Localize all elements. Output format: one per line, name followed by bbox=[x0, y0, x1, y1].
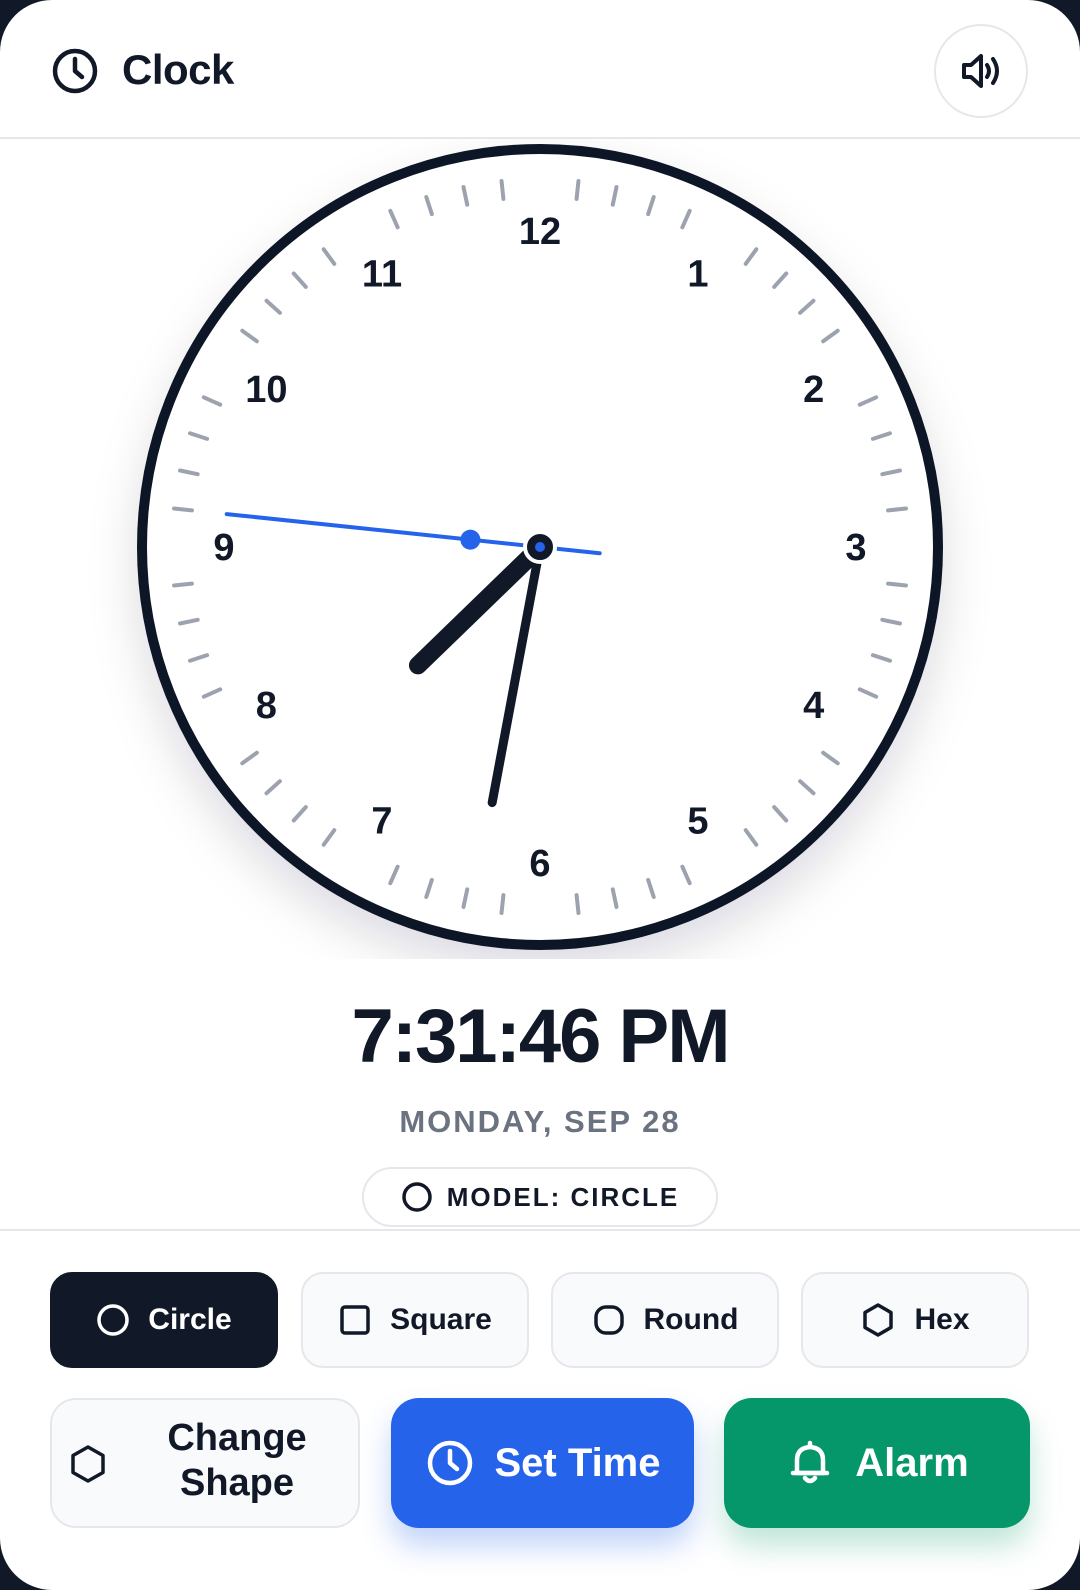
clock-numeral-9: 9 bbox=[213, 527, 234, 569]
speaker-icon bbox=[956, 46, 1006, 96]
change-shape-label: Change Shape bbox=[122, 1416, 352, 1506]
minute-tick bbox=[574, 893, 581, 915]
center-pin bbox=[535, 542, 545, 552]
analog-clock: 121234567891011 bbox=[137, 144, 943, 950]
minute-tick bbox=[172, 581, 194, 588]
circle-icon bbox=[96, 1303, 130, 1337]
change-shape-label-line2: Shape bbox=[179, 1462, 295, 1504]
minute-tick bbox=[886, 581, 908, 588]
shape-square-button[interactable]: Square bbox=[301, 1272, 529, 1368]
shape-circle-label: Circle bbox=[148, 1303, 232, 1336]
clock-numeral-12: 12 bbox=[519, 211, 561, 253]
clock-icon bbox=[425, 1438, 475, 1488]
minute-tick bbox=[574, 179, 581, 201]
clock-numeral-11: 11 bbox=[362, 253, 402, 295]
clock-icon bbox=[50, 46, 100, 96]
shape-circle-button[interactable]: Circle bbox=[50, 1272, 278, 1368]
hexagon-icon bbox=[860, 1302, 896, 1338]
bell-icon bbox=[785, 1438, 835, 1488]
clock-numeral-2: 2 bbox=[803, 369, 824, 411]
circle-icon bbox=[401, 1181, 433, 1213]
shape-square-label: Square bbox=[390, 1303, 492, 1336]
set-time-label: Set Time bbox=[494, 1440, 661, 1485]
clock-numeral-7: 7 bbox=[371, 801, 392, 843]
change-shape-label-line1: Change bbox=[167, 1417, 307, 1459]
second-hand-counterweight bbox=[460, 529, 481, 550]
model-badge: MODEL: CIRCLE bbox=[362, 1167, 718, 1227]
shape-hex-button[interactable]: Hex bbox=[801, 1272, 1029, 1368]
hexagon-icon bbox=[68, 1444, 108, 1484]
clock-numeral-10: 10 bbox=[245, 369, 287, 411]
model-badge-label: MODEL: CIRCLE bbox=[446, 1181, 680, 1212]
rounded-square-icon bbox=[592, 1303, 626, 1337]
clock-numeral-3: 3 bbox=[845, 527, 866, 569]
set-time-button[interactable]: Set Time bbox=[391, 1398, 694, 1528]
app-title: Clock bbox=[122, 46, 234, 93]
date-label: MONDAY, SEP 28 bbox=[399, 1104, 681, 1139]
minute-tick bbox=[172, 506, 194, 513]
clock-numeral-1: 1 bbox=[687, 253, 708, 295]
sound-toggle-button[interactable] bbox=[934, 24, 1028, 118]
header-bar: Clock bbox=[0, 0, 1080, 139]
clock-app: Clock 121234567891011 7:31:46 bbox=[0, 0, 1080, 1590]
clock-numeral-5: 5 bbox=[687, 801, 708, 843]
alarm-label: Alarm bbox=[855, 1440, 969, 1485]
clock-numeral-8: 8 bbox=[256, 685, 277, 727]
minute-tick bbox=[499, 179, 506, 201]
square-icon bbox=[338, 1303, 372, 1337]
minute-tick bbox=[886, 506, 908, 513]
shape-round-button[interactable]: Round bbox=[551, 1272, 779, 1368]
digital-time: 7:31:46 PM bbox=[351, 994, 730, 1079]
shape-hex-label: Hex bbox=[914, 1303, 970, 1336]
minute-tick bbox=[499, 893, 506, 915]
clock-numeral-4: 4 bbox=[803, 685, 824, 727]
change-shape-button[interactable]: Change Shape bbox=[50, 1398, 360, 1528]
section-divider bbox=[0, 1229, 1080, 1231]
alarm-button[interactable]: Alarm bbox=[724, 1398, 1030, 1528]
shape-round-label: Round bbox=[643, 1303, 739, 1336]
clock-numeral-6: 6 bbox=[529, 843, 550, 885]
